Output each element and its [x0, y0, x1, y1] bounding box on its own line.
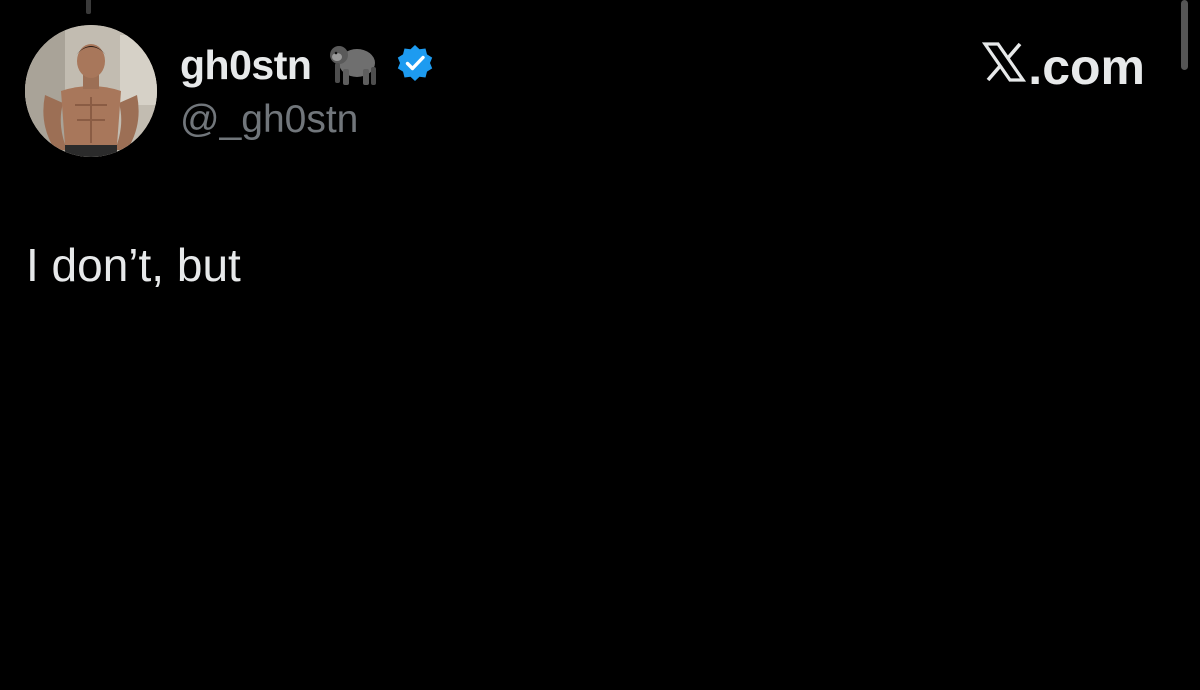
verified-badge-icon [383, 43, 435, 88]
author-name-row: gh0stn [180, 40, 435, 90]
author-handle[interactable]: @_gh0stn [180, 98, 358, 142]
avatar[interactable] [25, 25, 157, 157]
x-logo-icon [982, 38, 1028, 96]
tweet-text: I don’t, but [26, 239, 241, 291]
top-divider [86, 0, 91, 14]
x-watermark: .com [982, 38, 1145, 96]
scrollbar[interactable] [1181, 0, 1188, 70]
gorilla-icon [311, 39, 383, 92]
watermark-text: .com [1028, 39, 1145, 95]
display-name[interactable]: gh0stn [180, 42, 312, 89]
